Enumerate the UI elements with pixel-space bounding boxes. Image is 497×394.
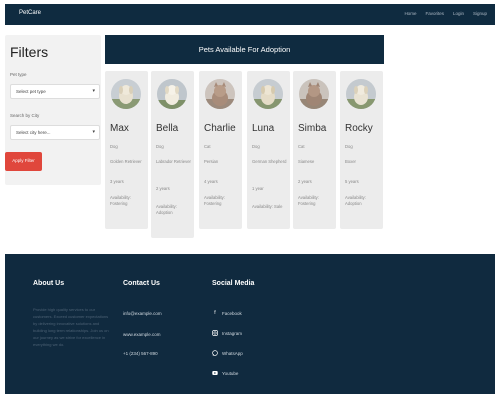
- about-title: About Us: [33, 280, 65, 287]
- social-title: Social Media: [212, 280, 255, 287]
- pet-name: Charlie: [204, 123, 236, 134]
- apply-filter-button[interactable]: Apply Filter: [5, 152, 42, 171]
- pet-breed: German Shepherd: [252, 159, 287, 164]
- chevron-down-icon: ▾: [92, 88, 95, 94]
- pet-name: Bella: [156, 123, 179, 134]
- pet-card[interactable]: Bella Dog Labrador Retriever 2 years Ava…: [151, 71, 194, 238]
- top-navbar: PetCare Home Favorites Login Signup: [5, 4, 495, 25]
- pet-age: 2 years: [156, 186, 170, 191]
- pet-type: Cat: [204, 144, 211, 149]
- cat-photo: [299, 79, 329, 109]
- social-label: Facebook: [222, 310, 242, 316]
- pet-age: 5 years: [345, 179, 359, 184]
- pet-type: Dog: [345, 144, 353, 149]
- pet-type-value: Select pet type: [16, 89, 46, 94]
- social-label: Youtube: [222, 370, 239, 376]
- social-label: Instagram: [222, 330, 243, 336]
- pet-availability: Availability: Sale: [252, 204, 283, 209]
- pet-availability: Availability: Fostering: [298, 195, 319, 206]
- nav-link-favorites[interactable]: Favorites: [425, 11, 444, 16]
- pet-name: Luna: [252, 123, 275, 134]
- pet-name: Simba: [298, 123, 327, 134]
- banner-title: Pets Available For Adoption: [198, 45, 291, 54]
- whatsapp-icon: [212, 350, 218, 356]
- contact-phone[interactable]: +1 (234) 567-890: [123, 351, 158, 356]
- nav-link-home[interactable]: Home: [404, 11, 416, 16]
- about-text: Provide high quality services to our cus…: [33, 307, 109, 347]
- pet-breed: Persian: [204, 159, 219, 164]
- social-link-instagram[interactable]: Instagram: [212, 330, 242, 336]
- pet-availability: Availability: Adoption: [345, 195, 366, 206]
- pet-type-select[interactable]: Select pet type ▾: [10, 84, 100, 99]
- pet-type: Cat: [298, 144, 305, 149]
- instagram-icon: [212, 330, 218, 336]
- pet-name: Rocky: [345, 123, 373, 134]
- pet-type: Dog: [252, 144, 260, 149]
- social-link-facebook[interactable]: f Facebook: [212, 310, 242, 316]
- pet-type: Dog: [110, 144, 118, 149]
- pet-age: 2 years: [298, 179, 312, 184]
- social-link-whatsapp[interactable]: WhatsApp: [212, 350, 243, 356]
- adoption-banner: Pets Available For Adoption: [105, 35, 384, 64]
- nav-link-login[interactable]: Login: [453, 11, 464, 16]
- social-link-youtube[interactable]: Youtube: [212, 370, 238, 376]
- pet-type-label: Pet type: [10, 72, 27, 77]
- dog-photo: [111, 79, 141, 109]
- chevron-down-icon: ▾: [92, 129, 95, 135]
- pet-availability: Availability: Adoption: [156, 204, 177, 215]
- contact-title: Contact Us: [123, 280, 160, 287]
- pet-type: Dog: [156, 144, 164, 149]
- dog-photo: [253, 79, 283, 109]
- pet-availability: Availability: Fostering: [204, 195, 225, 206]
- pet-card[interactable]: Charlie Cat Persian 4 years Availability…: [199, 71, 242, 229]
- contact-website[interactable]: www.example.com: [123, 332, 161, 337]
- pet-name: Max: [110, 123, 129, 134]
- pet-age: 4 years: [204, 179, 218, 184]
- facebook-icon: f: [214, 310, 216, 316]
- filters-title: Filters: [10, 44, 49, 60]
- pet-availability: Availability: Fostering: [110, 195, 131, 206]
- pet-breed: Boxer: [345, 159, 356, 164]
- social-label: WhatsApp: [222, 350, 243, 356]
- pet-card[interactable]: Max Dog Golden Retriever 3 years Availab…: [105, 71, 148, 229]
- apply-filter-label: Apply Filter: [12, 158, 35, 163]
- pet-age: 1 year: [252, 186, 264, 191]
- pet-card[interactable]: Simba Cat Siamese 2 years Availability: …: [293, 71, 336, 229]
- nav-link-signup[interactable]: Signup: [473, 11, 487, 16]
- youtube-icon: [212, 370, 218, 376]
- dog-photo: [157, 79, 187, 109]
- city-label: Search by City: [10, 113, 40, 118]
- pet-card[interactable]: Luna Dog German Shepherd 1 year Availabi…: [247, 71, 290, 229]
- brand-logo[interactable]: PetCare: [19, 10, 41, 16]
- city-select[interactable]: Select city here... ▾: [10, 125, 100, 140]
- pet-breed: Golden Retriever: [110, 159, 142, 164]
- cat-photo: [205, 79, 235, 109]
- contact-email[interactable]: info@example.com: [123, 311, 162, 316]
- pet-breed: Siamese: [298, 159, 315, 164]
- pet-card[interactable]: Rocky Dog Boxer 5 years Availability: Ad…: [340, 71, 383, 229]
- nav-links: Home Favorites Login Signup: [404, 11, 487, 16]
- site-footer: About Us Provide high quality services t…: [5, 254, 495, 394]
- city-value: Select city here...: [16, 130, 51, 135]
- dog-photo: [346, 79, 376, 109]
- pet-breed: Labrador Retriever: [156, 159, 191, 164]
- pet-age: 3 years: [110, 179, 124, 184]
